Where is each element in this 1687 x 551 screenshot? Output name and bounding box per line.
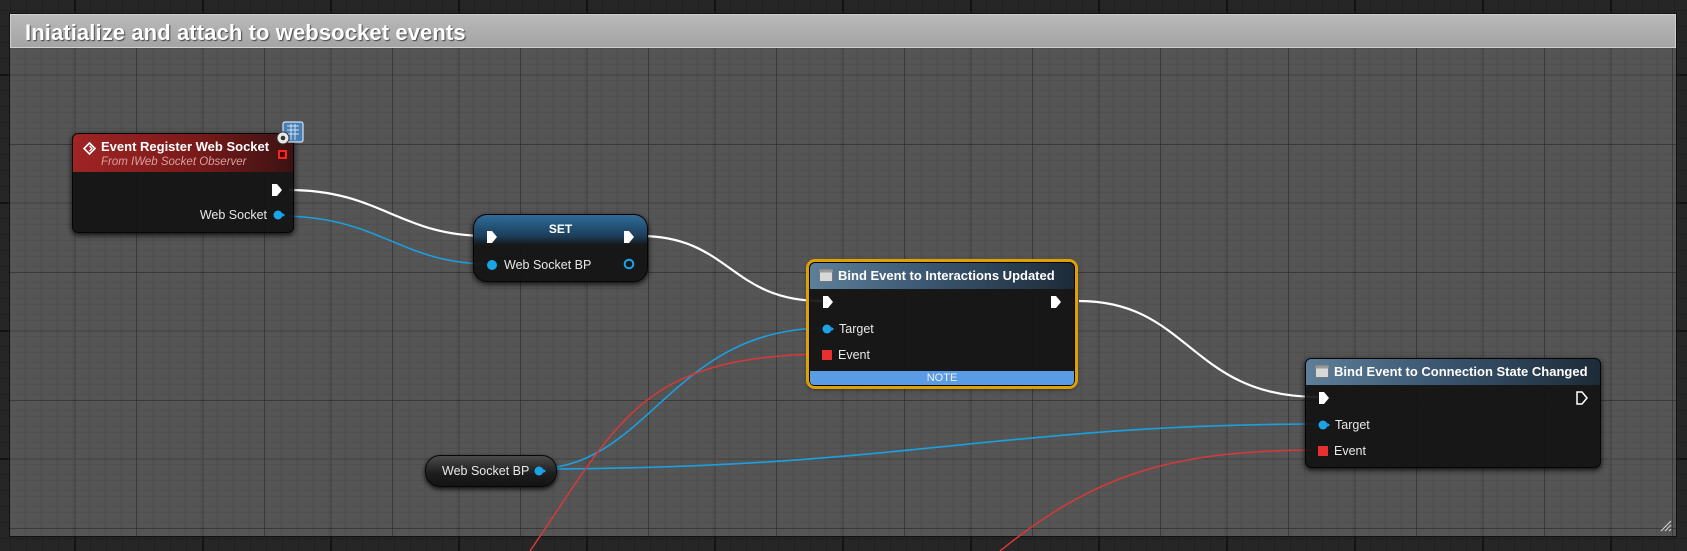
function-icon xyxy=(1315,365,1329,378)
event-exec-out-row[interactable] xyxy=(271,183,283,197)
bind-connection-exec-out-row[interactable] xyxy=(1576,391,1588,405)
event-node-subtitle: From IWeb Socket Observer xyxy=(101,156,247,168)
object-output-pin-icon[interactable] xyxy=(534,465,546,477)
exec-input-pin-icon[interactable] xyxy=(1318,391,1330,405)
set-node-header: SET xyxy=(474,215,647,245)
function-icon xyxy=(819,269,833,282)
event-websocket-out-row[interactable]: Web Socket xyxy=(200,208,285,222)
exec-input-pin-icon[interactable] xyxy=(486,230,498,244)
bind-connection-target-label: Target xyxy=(1335,418,1370,432)
object-output-pin-icon[interactable] xyxy=(623,258,635,270)
bind-interactions-exec-out-row[interactable] xyxy=(1050,295,1062,309)
bind-interactions-title: Bind Event to Interactions Updated xyxy=(838,268,1055,283)
resize-grip-icon[interactable] xyxy=(1660,520,1672,532)
exec-output-pin-icon[interactable] xyxy=(623,230,635,244)
bind-interactions-exec-in-row[interactable] xyxy=(822,295,834,309)
event-node-header[interactable]: Event Register Web Socket From IWeb Sock… xyxy=(73,134,293,172)
event-delegate-pin[interactable] xyxy=(278,150,287,159)
bind-connection-event-label: Event xyxy=(1334,444,1366,458)
set-exec-in-row[interactable] xyxy=(486,230,498,244)
websocket-output-label: Web Socket xyxy=(199,208,267,222)
delegate-input-pin-icon[interactable] xyxy=(1318,446,1328,456)
set-variable-out-row[interactable] xyxy=(623,258,635,270)
object-input-pin-icon[interactable] xyxy=(1318,419,1330,431)
exec-output-pin-icon[interactable] xyxy=(1050,295,1062,309)
set-node[interactable]: SET Web Socket BP xyxy=(473,214,648,282)
bind-event-connection-state-changed-node[interactable]: Bind Event to Connection State Changed T… xyxy=(1305,358,1601,468)
object-input-pin-icon[interactable] xyxy=(486,259,498,271)
delegate-input-pin-icon[interactable] xyxy=(822,350,832,360)
set-variable-in-row[interactable]: Web Socket BP xyxy=(486,258,591,272)
event-diamond-icon xyxy=(83,142,96,155)
exec-output-pin-icon[interactable] xyxy=(271,183,283,197)
set-exec-out-row[interactable] xyxy=(623,230,635,244)
bind-interactions-event-row[interactable]: Event xyxy=(822,348,870,362)
event-register-web-socket-node[interactable]: Event Register Web Socket From IWeb Sock… xyxy=(72,133,294,233)
comment-title[interactable]: Iniatialize and attach to websocket even… xyxy=(25,20,466,46)
bind-connection-exec-in-row[interactable] xyxy=(1318,391,1330,405)
bind-interactions-event-label: Event xyxy=(838,348,870,362)
getter-label: Web Socket BP xyxy=(442,464,530,478)
exec-output-pin-icon[interactable] xyxy=(1576,391,1588,405)
bind-connection-title: Bind Event to Connection State Changed xyxy=(1334,364,1588,379)
bind-interactions-header[interactable]: Bind Event to Interactions Updated xyxy=(810,263,1074,289)
note-bar[interactable]: NOTE xyxy=(810,371,1074,385)
exec-input-pin-icon[interactable] xyxy=(822,295,834,309)
web-socket-bp-getter-node[interactable]: Web Socket BP xyxy=(425,455,557,487)
comment-header[interactable]: Iniatialize and attach to websocket even… xyxy=(10,14,1676,48)
blueprint-interface-icon xyxy=(276,121,304,145)
bind-interactions-target-label: Target xyxy=(839,322,874,336)
object-output-pin-icon[interactable] xyxy=(273,209,285,221)
bind-connection-header[interactable]: Bind Event to Connection State Changed xyxy=(1306,359,1600,385)
bind-interactions-target-row[interactable]: Target xyxy=(822,322,874,336)
event-node-title: Event Register Web Socket xyxy=(101,139,270,154)
bind-connection-target-row[interactable]: Target xyxy=(1318,418,1370,432)
bind-event-interactions-updated-node[interactable]: Bind Event to Interactions Updated Targe… xyxy=(809,262,1075,386)
object-input-pin-icon[interactable] xyxy=(822,323,834,335)
bind-connection-event-row[interactable]: Event xyxy=(1318,444,1366,458)
set-variable-label: Web Socket BP xyxy=(504,258,592,272)
